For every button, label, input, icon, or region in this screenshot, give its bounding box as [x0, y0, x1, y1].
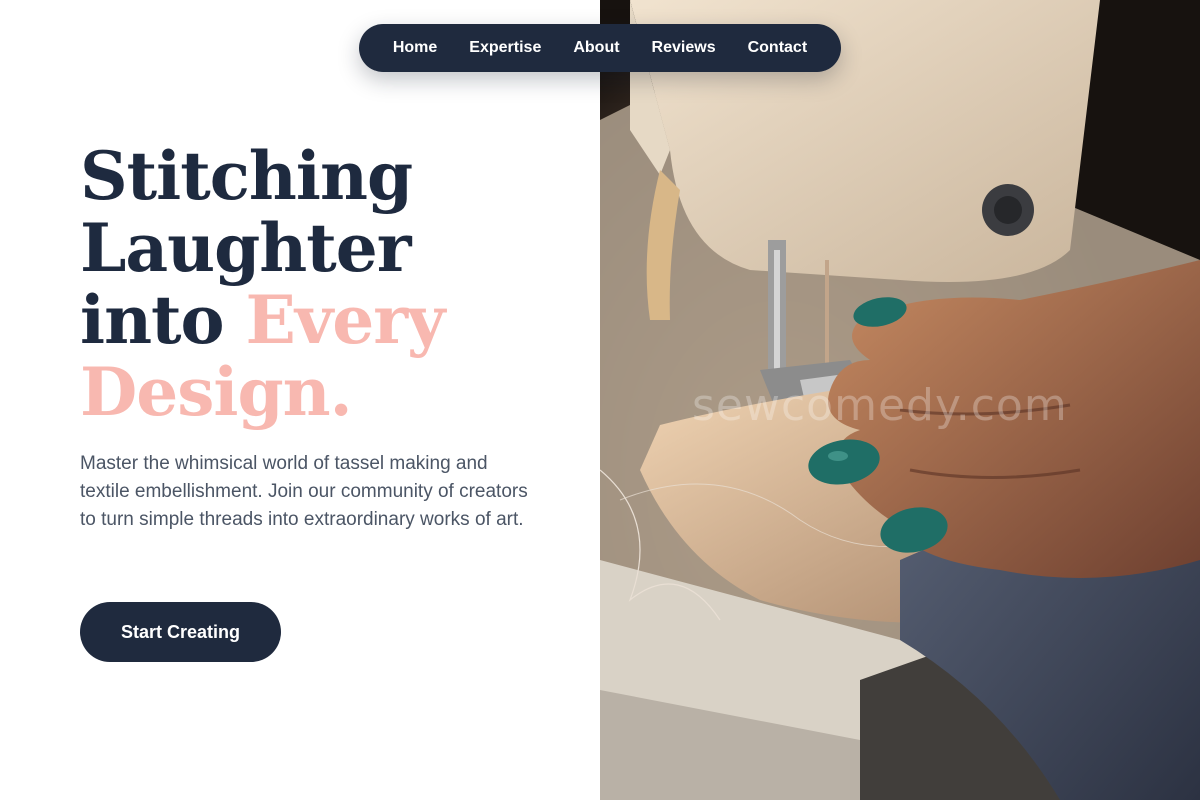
- nav-link-about[interactable]: About: [573, 39, 619, 57]
- start-creating-button[interactable]: Start Creating: [80, 602, 281, 662]
- headline-line-1: Stitching: [80, 137, 413, 215]
- headline-line-2: Laughter: [80, 209, 412, 287]
- headline-line-3: into Every: [80, 284, 580, 356]
- hero-image-sewing-machine: sewcomedy.com: [600, 0, 1200, 800]
- nav-link-reviews[interactable]: Reviews: [652, 39, 716, 57]
- headline-accent-every: Every: [245, 281, 446, 359]
- hero-subtitle: Master the whimsical world of tassel mak…: [80, 453, 528, 530]
- nav-link-home[interactable]: Home: [393, 39, 437, 57]
- hero-headline: Stitching Laughter into Every Design.: [80, 140, 580, 428]
- headline-into: into: [80, 281, 246, 359]
- image-watermark: sewcomedy.com: [692, 380, 1068, 431]
- headline-accent-design: Design.: [80, 353, 353, 431]
- nav-link-contact[interactable]: Contact: [748, 39, 808, 57]
- main-nav: Home Expertise About Reviews Contact: [359, 24, 841, 72]
- nav-link-expertise[interactable]: Expertise: [469, 39, 541, 57]
